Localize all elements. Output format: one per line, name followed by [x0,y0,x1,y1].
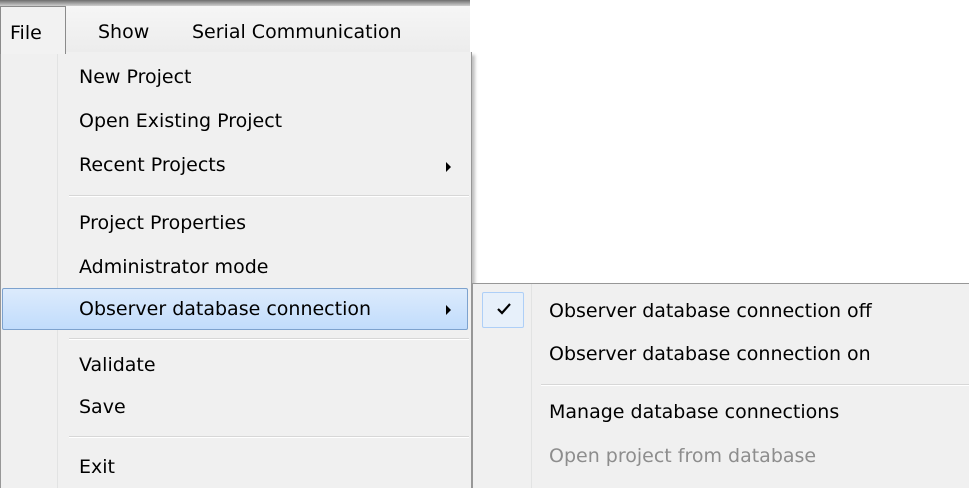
menu-item-project-properties[interactable]: Project Properties [4,202,466,246]
menu-item-label: Exit [79,456,115,478]
menu-item-label: Open project from database [549,445,817,467]
menu-item-save[interactable]: Save [4,388,466,432]
chevron-right-icon [446,305,451,315]
observer-database-submenu: Observer database connection off Observe… [472,283,969,488]
menu-bar: File Show Serial Communication [0,6,470,54]
menu-item-observer-connection-on[interactable]: Observer database connection on [476,333,966,377]
menu-separator [69,338,469,340]
menu-item-new-project[interactable]: New Project [4,56,466,100]
menubar-item-serial-communication[interactable]: Serial Communication [192,6,402,52]
menu-item-label: Administrator mode [79,256,269,278]
menu-item-label: Observer database connection [79,298,372,320]
menu-item-label: Observer database connection on [549,343,871,365]
file-menu: New Project Open Existing Project Recent… [0,52,472,488]
menu-item-recent-projects[interactable]: Recent Projects [4,144,466,188]
application-window: File Show Serial Communication New Proje… [0,0,969,488]
menu-item-exit[interactable]: Exit [4,444,466,488]
menu-item-manage-database-connections[interactable]: Manage database connections [476,392,966,436]
menu-item-open-project-from-database: Open project from database [476,436,966,480]
menubar-item-file[interactable]: File [0,6,66,54]
menu-item-label: Open Existing Project [79,110,283,132]
menu-item-open-existing-project[interactable]: Open Existing Project [4,100,466,144]
menu-item-label: Manage database connections [549,401,840,423]
check-icon [497,303,511,315]
menu-item-observer-database-connection[interactable]: Observer database connection [2,288,468,330]
menu-separator [69,195,469,197]
menu-item-label: Observer database connection off [549,300,872,322]
menu-item-label: Project Properties [79,212,247,234]
menubar-item-label: File [10,22,42,44]
menu-separator [69,436,469,438]
chevron-right-icon [446,162,451,172]
menu-item-observer-connection-off[interactable]: Observer database connection off [476,287,966,333]
menu-item-label: Recent Projects [79,154,226,176]
menubar-item-label: Show [98,21,150,43]
menu-item-administrator-mode[interactable]: Administrator mode [4,246,466,290]
menubar-item-label: Serial Communication [192,21,402,43]
menu-item-label: Save [79,396,126,418]
checkmark-box [482,292,524,328]
menu-item-label: Validate [79,354,156,376]
menubar-item-show[interactable]: Show [98,6,149,52]
menu-item-validate[interactable]: Validate [4,344,466,388]
menu-separator [541,384,969,386]
menu-item-label: New Project [79,66,192,88]
